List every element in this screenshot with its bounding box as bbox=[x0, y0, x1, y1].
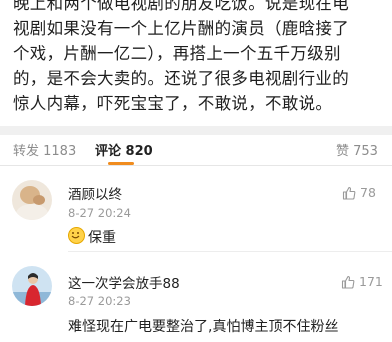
tab-comments[interactable]: 评论 820 bbox=[95, 140, 153, 159]
like-button[interactable]: 171 bbox=[341, 274, 383, 289]
comment-username[interactable]: 这一次学会放手88 bbox=[68, 272, 180, 292]
like-count: 171 bbox=[359, 274, 383, 289]
tab-likes[interactable]: 赞 753 bbox=[336, 140, 378, 159]
avatar[interactable] bbox=[12, 266, 52, 306]
comment-time: 8-27 20:24 bbox=[68, 206, 131, 220]
thumbs-up-icon bbox=[341, 275, 355, 289]
post-line: 个戏，片酬一亿二），再搭上一个五千万级别 bbox=[13, 44, 341, 63]
active-tab-indicator bbox=[108, 162, 134, 165]
comment-username[interactable]: 酒顾以终 bbox=[68, 183, 122, 203]
post-body: 晚上和两个做电视剧的朋友吃饭。说是现在电 视剧如果没有一个上亿片酬的演员（鹿晗接… bbox=[0, 0, 392, 126]
comment-text: 难怪现在广电要整治了,真怕博主顶不住粉丝 bbox=[68, 319, 339, 335]
tab-repost[interactable]: 转发 1183 bbox=[13, 140, 76, 159]
comment-time: 8-27 20:23 bbox=[68, 294, 131, 308]
post-line: 晚上和两个做电视剧的朋友吃饭。说是现在电 bbox=[13, 0, 349, 13]
comment-text-content: 保重 bbox=[88, 230, 116, 246]
comment-item: 这一次学会放手88 8-27 20:23 难怪现在广电要整治了,真怕博主顶不住粉… bbox=[0, 252, 392, 342]
like-button[interactable]: 78 bbox=[342, 185, 376, 200]
smile-emoji-icon bbox=[68, 227, 85, 244]
like-count: 78 bbox=[360, 185, 376, 200]
section-separator bbox=[0, 126, 392, 135]
thumbs-up-icon bbox=[342, 186, 356, 200]
comment-item: 酒顾以终 8-27 20:24 保重 78 bbox=[0, 166, 392, 250]
avatar[interactable] bbox=[12, 180, 52, 220]
avatar-image bbox=[12, 180, 52, 220]
avatar-image bbox=[12, 266, 52, 306]
post-line: 的，是不会大卖的。还说了很多电视剧行业的 bbox=[13, 69, 349, 88]
interaction-tabs: 转发 1183 评论 820 赞 753 bbox=[0, 135, 392, 166]
post-line: 视剧如果没有一个上亿片酬的演员（鹿晗接了 bbox=[13, 19, 349, 38]
comment-text: 保重 bbox=[68, 227, 116, 247]
post-line: 惊人内幕，吓死宝宝了，不敢说，不敢说。 bbox=[13, 94, 333, 113]
